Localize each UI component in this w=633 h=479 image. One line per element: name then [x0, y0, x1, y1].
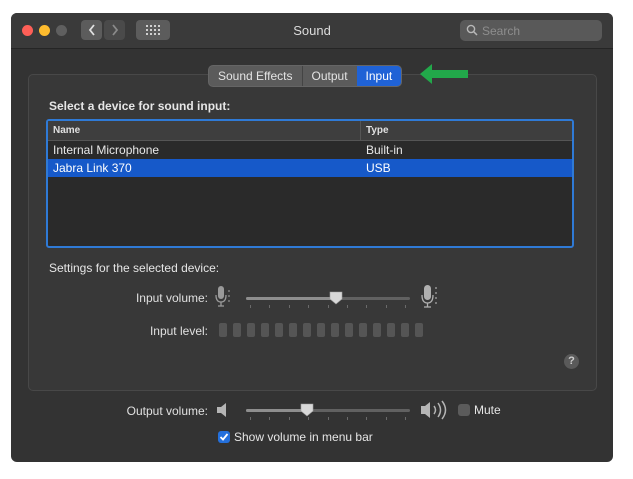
input-volume-ticks — [250, 305, 406, 308]
level-segment — [345, 323, 353, 337]
input-volume-label: Input volume: — [135, 291, 208, 305]
show-volume-in-menu-bar-checkbox[interactable] — [218, 431, 230, 443]
mute-checkbox[interactable] — [458, 404, 470, 416]
level-segment — [247, 323, 255, 337]
output-volume-ticks — [250, 417, 406, 420]
tab-output[interactable]: Output — [301, 66, 357, 86]
speaker-low-icon — [217, 403, 226, 417]
microphone-high-icon — [421, 285, 437, 308]
device-type: Built-in — [366, 143, 403, 157]
level-segment — [303, 323, 311, 337]
level-segment — [359, 323, 367, 337]
level-segment — [415, 323, 423, 337]
level-segment — [289, 323, 297, 337]
device-type: USB — [366, 161, 391, 175]
search-input[interactable] — [480, 22, 599, 40]
level-segment — [275, 323, 283, 337]
input-volume-fill — [246, 297, 337, 300]
magnifier-icon — [466, 24, 478, 36]
settings-label: Settings for the selected device: — [49, 261, 220, 275]
level-segment — [331, 323, 339, 337]
level-segment — [373, 323, 381, 337]
title-bar: Sound — [11, 13, 613, 49]
level-segment — [233, 323, 241, 337]
level-segment — [387, 323, 395, 337]
select-device-label: Select a device for sound input: — [49, 99, 231, 113]
help-button[interactable]: ? — [564, 354, 579, 369]
green-arrow-icon — [420, 64, 468, 84]
search-field[interactable] — [460, 20, 602, 41]
column-name-header[interactable]: Name — [53, 125, 80, 136]
level-segment — [261, 323, 269, 337]
tab-input[interactable]: Input — [356, 66, 402, 86]
output-volume-knob[interactable] — [300, 403, 314, 417]
microphone-low-icon — [215, 286, 230, 307]
device-name: Internal Microphone — [53, 143, 160, 157]
level-segment — [219, 323, 227, 337]
output-volume-label: Output volume: — [126, 404, 208, 418]
input-volume-knob[interactable] — [329, 291, 343, 305]
table-row[interactable]: Internal Microphone Built-in — [48, 141, 572, 159]
level-segment — [401, 323, 409, 337]
mute-label[interactable]: Mute — [474, 403, 501, 417]
output-volume-slider[interactable] — [246, 409, 410, 412]
input-level-label: Input level: — [149, 324, 208, 338]
tab-bar: Sound Effects Output Input — [208, 65, 403, 87]
device-name: Jabra Link 370 — [53, 161, 132, 175]
speaker-high-icon — [421, 400, 447, 420]
output-volume-fill — [246, 409, 307, 412]
input-volume-slider[interactable] — [246, 297, 410, 300]
input-device-table[interactable]: Name Type Internal Microphone Built-in J… — [46, 119, 574, 248]
table-header: Name Type — [48, 121, 572, 141]
checkmark-icon — [219, 433, 229, 441]
column-type-header[interactable]: Type — [366, 125, 389, 136]
level-segment — [317, 323, 325, 337]
show-volume-in-menu-bar-label[interactable]: Show volume in menu bar — [234, 430, 373, 444]
tab-sound-effects[interactable]: Sound Effects — [209, 66, 301, 86]
table-row-selected[interactable]: Jabra Link 370 USB — [48, 159, 572, 177]
input-level-meter — [219, 323, 423, 337]
